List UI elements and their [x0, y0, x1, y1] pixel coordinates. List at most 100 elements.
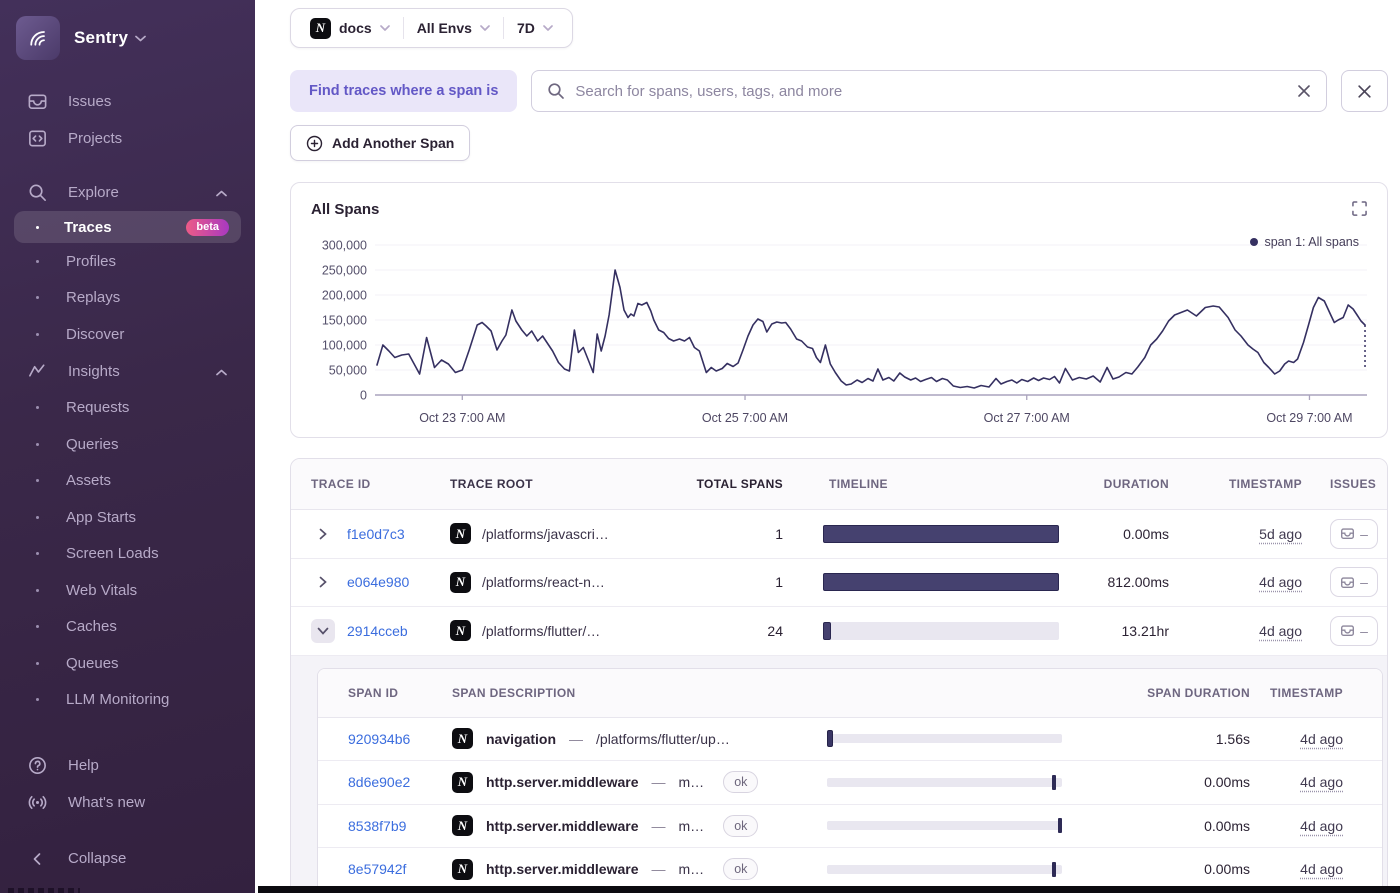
span-op: http.server.middleware	[486, 817, 639, 834]
total-spans-value: 1	[775, 574, 783, 591]
sidebar-item-llm-monitoring[interactable]: LLM Monitoring	[0, 682, 255, 719]
bullet-icon	[36, 406, 39, 410]
clear-search-button[interactable]	[1296, 83, 1312, 99]
projects-icon	[26, 128, 48, 149]
trace-row[interactable]: e064e980 N/platforms/react-n… 1 812.00ms…	[291, 559, 1387, 607]
issues-chip[interactable]: –	[1330, 518, 1378, 549]
sidebar-section-explore[interactable]: Explore	[0, 174, 255, 211]
sidebar-item-label: Requests	[66, 399, 130, 417]
sidebar-item-projects[interactable]: Projects	[0, 120, 255, 157]
span-row[interactable]: 8e57942f Nhttp.server.middleware — m… ok 0.…	[318, 848, 1382, 892]
timestamp-link[interactable]: 5d ago	[1259, 526, 1302, 542]
sidebar-item-assets[interactable]: Assets	[0, 463, 255, 500]
bullet-icon	[36, 479, 39, 483]
trace-id-link[interactable]: e064e980	[347, 574, 409, 590]
sidebar-item-label: Assets	[66, 472, 112, 490]
span-row[interactable]: 8538f7b9 Nhttp.server.middleware — m… ok 0.…	[318, 805, 1382, 848]
sidebar-item-replays[interactable]: Replays	[0, 280, 255, 317]
span-search-box[interactable]	[531, 70, 1327, 112]
span-timeline-bar	[827, 818, 1062, 834]
main-content: N docs All Envs 7D Find traces where a s…	[255, 0, 1400, 893]
chart-plot-area[interactable]: span 1: All spans 0 50,000 100,000 150,000 2…	[311, 227, 1367, 444]
span-description-text: /platforms/flutter/up…	[596, 730, 730, 747]
duration-value: 0.00ms	[1123, 525, 1169, 542]
page-filter-bar: N docs All Envs 7D	[290, 8, 573, 48]
sidebar-nav: Issues Projects Explore Traces beta Prof…	[0, 62, 255, 877]
separator: —	[651, 774, 666, 791]
svg-text:150,000: 150,000	[322, 314, 367, 328]
trace-root-text: /platforms/javascri…	[482, 525, 609, 542]
bullet-icon	[36, 698, 39, 702]
trace-row-expanded[interactable]: 2914cceb N/platforms/flutter/… 24 13.21h…	[291, 607, 1387, 656]
col-span-timestamp: TIMESTAMP	[1269, 685, 1343, 700]
col-duration: DURATION	[1103, 477, 1169, 491]
sidebar-item-queries[interactable]: Queries	[0, 426, 255, 463]
sidebar-item-web-vitals[interactable]: Web Vitals	[0, 572, 255, 609]
issues-count: –	[1360, 622, 1368, 639]
col-span-id: SPAN ID	[348, 685, 399, 700]
add-another-span-button[interactable]: Add Another Span	[290, 125, 471, 161]
issues-icon	[26, 91, 48, 112]
date-range-selector[interactable]: 7D	[504, 20, 566, 36]
span-timeline-bar	[827, 861, 1062, 877]
sidebar-item-discover[interactable]: Discover	[0, 316, 255, 353]
timestamp-link[interactable]: 4d ago	[1259, 574, 1302, 590]
sidebar-item-profiles[interactable]: Profiles	[0, 243, 255, 280]
span-row[interactable]: 920934b6 Nnavigation — /platforms/flutter/…	[318, 718, 1382, 761]
project-name: docs	[339, 20, 372, 36]
span-id-link[interactable]: 8e57942f	[348, 861, 406, 877]
issues-chip[interactable]: –	[1330, 615, 1378, 646]
timestamp-link[interactable]: 4d ago	[1300, 731, 1343, 747]
close-icon	[1358, 84, 1371, 98]
expand-row-button[interactable]	[311, 570, 335, 594]
collapse-row-button[interactable]	[311, 618, 335, 643]
trace-id-link[interactable]: 2914cceb	[347, 623, 408, 639]
sidebar-item-label: Collapse	[68, 850, 127, 867]
span-filter-row: Find traces where a span is	[290, 70, 1388, 112]
expand-chart-button[interactable]	[1352, 201, 1367, 216]
sidebar-item-whats-new[interactable]: What's new	[0, 784, 255, 821]
trace-row[interactable]: f1e0d7c3 N/platforms/javascri… 1 0.00ms …	[291, 510, 1387, 559]
trace-id-link[interactable]: f1e0d7c3	[347, 526, 405, 542]
sidebar-item-help[interactable]: Help	[0, 747, 255, 784]
sidebar-collapse-button[interactable]: Collapse	[0, 840, 255, 877]
chevron-down-icon	[317, 627, 329, 635]
timestamp-link[interactable]: 4d ago	[1259, 623, 1302, 639]
col-span-duration: SPAN DURATION	[1147, 685, 1250, 700]
timestamp-link[interactable]: 4d ago	[1300, 774, 1343, 790]
issues-chip[interactable]: –	[1330, 567, 1378, 598]
span-id-link[interactable]: 920934b6	[348, 731, 410, 747]
environment-selector[interactable]: All Envs	[404, 20, 503, 36]
remove-span-filter-button[interactable]	[1341, 70, 1388, 112]
org-switcher[interactable]: Sentry	[0, 0, 255, 62]
sidebar-item-screen-loads[interactable]: Screen Loads	[0, 536, 255, 573]
issues-icon	[1341, 528, 1355, 540]
svg-text:50,000: 50,000	[329, 364, 367, 378]
sidebar-item-app-starts[interactable]: App Starts	[0, 499, 255, 536]
sidebar-section-insights[interactable]: Insights	[0, 353, 255, 390]
span-id-link[interactable]: 8d6e90e2	[348, 774, 410, 790]
sidebar-item-requests[interactable]: Requests	[0, 390, 255, 427]
timeline-bar	[823, 621, 1059, 640]
span-row[interactable]: 8d6e90e2 Nhttp.server.middleware — m… ok 0.…	[318, 761, 1382, 805]
issues-count: –	[1360, 574, 1368, 591]
timestamp-link[interactable]: 4d ago	[1300, 861, 1343, 877]
timestamp-link[interactable]: 4d ago	[1300, 818, 1343, 834]
sidebar-item-label: Discover	[66, 325, 125, 343]
sidebar-item-caches[interactable]: Caches	[0, 609, 255, 646]
span-description-text: m…	[678, 861, 705, 878]
status-badge: ok	[723, 814, 759, 837]
sidebar-item-issues[interactable]: Issues	[0, 83, 255, 120]
sidebar-item-queues[interactable]: Queues	[0, 645, 255, 682]
sidebar-item-label: Queries	[66, 435, 119, 453]
sidebar-item-traces[interactable]: Traces beta	[14, 211, 241, 243]
nextjs-icon: N	[452, 815, 473, 837]
project-selector[interactable]: N docs	[297, 17, 403, 39]
span-filter-chip[interactable]: Find traces where a span is	[290, 70, 518, 112]
expand-row-button[interactable]	[311, 522, 335, 546]
span-timeline-bar	[827, 774, 1062, 790]
span-search-input[interactable]	[575, 82, 1286, 100]
span-id-link[interactable]: 8538f7b9	[348, 818, 406, 834]
chevron-down-icon	[542, 25, 553, 31]
svg-text:100,000: 100,000	[322, 339, 367, 353]
